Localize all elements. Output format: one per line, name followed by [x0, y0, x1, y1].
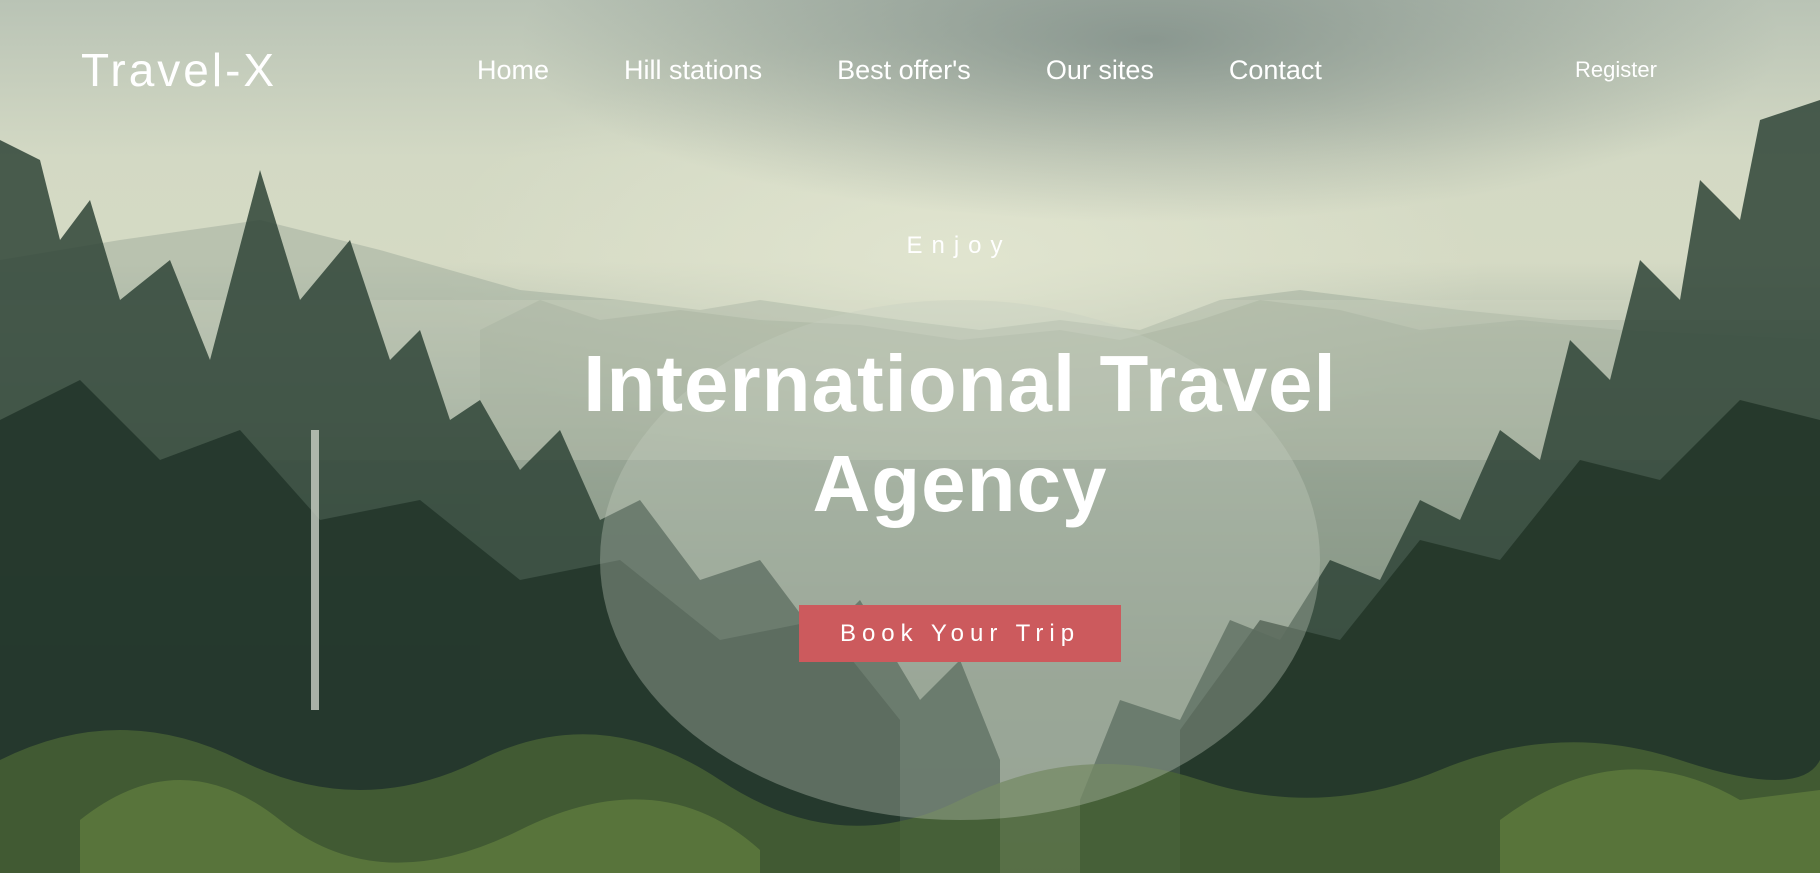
nav-link-best-offers[interactable]: Best offer's [837, 55, 971, 85]
top-navbar: Travel-X Home Hill stations Best offer's… [0, 0, 1820, 140]
hero-eyebrow: Enjoy [906, 232, 1012, 259]
site-logo[interactable]: Travel-X [81, 44, 277, 96]
nav-links: Home Hill stations Best offer's Our site… [477, 54, 1397, 86]
book-trip-button[interactable]: Book Your Trip [799, 605, 1121, 662]
nav-link-home[interactable]: Home [477, 55, 549, 85]
nav-link-contact[interactable]: Contact [1229, 55, 1322, 85]
hero-section: Travel-X Home Hill stations Best offer's… [0, 0, 1820, 873]
nav-link-hill-stations[interactable]: Hill stations [624, 55, 762, 85]
hero-headline: International Travel Agency [583, 339, 1337, 528]
nav-link-our-sites[interactable]: Our sites [1046, 55, 1154, 85]
register-link[interactable]: Register [1575, 57, 1657, 83]
